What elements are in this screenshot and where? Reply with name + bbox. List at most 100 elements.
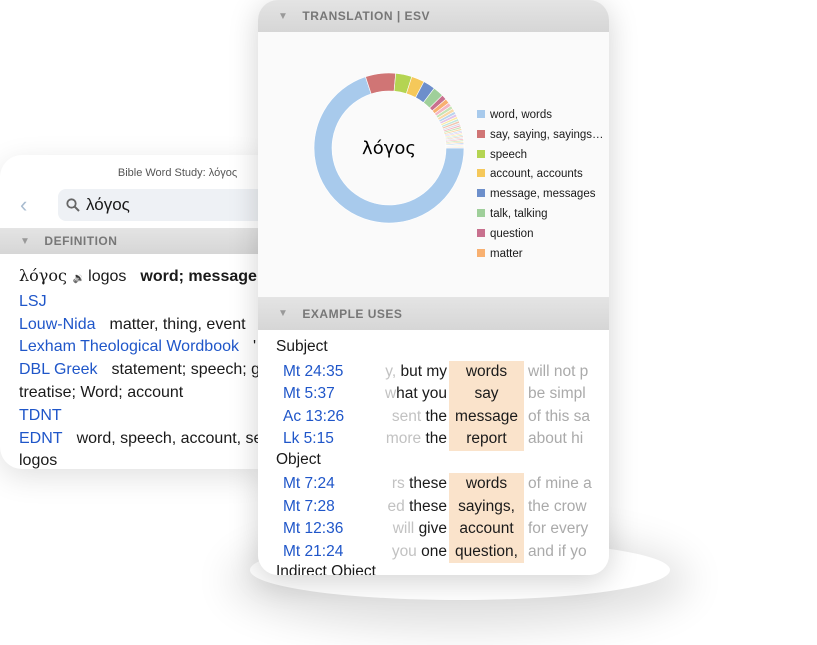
entry-text: logos: [19, 452, 58, 469]
keyword: report: [449, 428, 524, 451]
speaker-icon[interactable]: 🔉: [70, 273, 85, 284]
left-context-near: the: [425, 430, 447, 447]
right-context: the crow: [528, 497, 587, 515]
definition-entry: EDNT word, speech, account, se: [19, 428, 265, 451]
right-context: of this sa: [528, 407, 591, 425]
legend-label: matter: [490, 247, 523, 260]
left-context-faded: more: [385, 430, 426, 447]
verse-reference-link[interactable]: Lk 5:15: [283, 428, 334, 451]
legend-entry[interactable]: message, messages: [477, 185, 607, 205]
collapse-triangle-icon: ▼: [278, 308, 289, 319]
right-context: of mine a: [528, 475, 592, 492]
keyword: message: [449, 405, 524, 428]
collapse-triangle-icon: ▼: [278, 10, 289, 22]
example-row[interactable]: Lk 5:15 more the report about hi: [258, 428, 609, 451]
example-row[interactable]: Ac 13:26 sent the message of this sa: [258, 405, 609, 429]
left-context-text: y, but my: [385, 363, 447, 380]
verse-reference-link[interactable]: Ac 13:26: [283, 406, 344, 429]
example-row[interactable]: Mt 12:36 will give account for every: [258, 518, 609, 541]
left-context: sent the: [378, 406, 447, 429]
search-value: λόγος: [86, 195, 130, 214]
left-context-near: one: [421, 542, 447, 560]
left-context-text: more the: [386, 430, 447, 447]
verse-reference-link[interactable]: Mt 12:36: [283, 518, 343, 541]
definition-list: λόγος 🔉 logos word; message LSJ Louw-Nida mat…: [19, 265, 265, 469]
left-context-faded: w: [384, 385, 397, 402]
group-label: Indirect Object: [276, 563, 376, 575]
source-link[interactable]: EDNT: [19, 430, 63, 447]
legend-entry[interactable]: say, saying, sayings…: [477, 126, 607, 146]
left-context-near: but my: [400, 362, 447, 380]
example-row[interactable]: Mt 24:35 y, but my words will not p: [258, 360, 609, 384]
source-link[interactable]: LSJ: [19, 293, 47, 310]
legend-swatch: [477, 169, 485, 178]
left-context: you one: [378, 541, 447, 564]
left-context: ed these: [378, 496, 447, 519]
legend-entry[interactable]: matter: [477, 245, 607, 265]
left-context-near: these: [409, 475, 447, 492]
slice-other[interactable]: [445, 146, 465, 149]
left-context-text: will give: [393, 520, 447, 537]
keyword: say: [449, 383, 524, 406]
example-row[interactable]: Mt 21:24 you one question, and if yo: [258, 540, 609, 564]
verse-reference-link[interactable]: Mt 21:24: [283, 541, 343, 564]
headword: λόγος: [19, 266, 67, 285]
search-icon: [66, 198, 80, 212]
group-label: Object: [276, 450, 321, 468]
left-context-faded: sent: [391, 407, 426, 425]
legend-swatch: [477, 189, 485, 198]
legend-entry[interactable]: word, words: [477, 106, 607, 126]
entry-text: matter, thing, event: [109, 315, 246, 333]
window-title: Bible Word Study: λόγος: [117, 167, 238, 179]
source-link[interactable]: Lexham Theological Wordbook: [19, 338, 239, 355]
left-context-text: what you: [385, 385, 447, 402]
left-context-near: the: [425, 407, 447, 425]
definition-entry: treatise; Word; account: [19, 382, 265, 405]
left-context-near: these: [409, 497, 447, 515]
right-context: about hi: [528, 430, 584, 447]
entry-text: word, speech, account, se: [76, 429, 263, 447]
left-context-near: hat you: [396, 385, 447, 402]
left-context-text: you one: [392, 543, 447, 560]
source-link[interactable]: DBL Greek: [19, 361, 98, 378]
example-row[interactable]: Mt 7:24 rs these words of mine a: [258, 473, 609, 496]
translation-header[interactable]: ▼ TRANSLATION | ESV: [258, 0, 609, 32]
legend-entry[interactable]: talk, talking: [477, 205, 607, 225]
entry-text: ': [252, 338, 257, 356]
verse-reference-link[interactable]: Mt 7:24: [283, 473, 335, 496]
example-uses-list: Subject Mt 24:35 y, but my words will not pM…: [258, 330, 609, 575]
keyword: sayings,: [449, 495, 524, 518]
example-row[interactable]: Mt 5:37 what you say be simpl: [258, 383, 609, 406]
left-context-faded: you: [391, 542, 422, 560]
example-row[interactable]: Mt 7:28 ed these sayings, the crow: [258, 495, 609, 519]
verse-reference-link[interactable]: Mt 24:35: [283, 361, 343, 384]
legend-swatch: [477, 129, 485, 138]
legend-swatch: [477, 248, 485, 257]
legend-label: question: [490, 227, 534, 240]
source-link[interactable]: Louw-Nida: [19, 316, 95, 333]
definition-entry: logos: [19, 450, 265, 469]
right-context: be simpl: [528, 385, 586, 402]
search-input[interactable]: λόγος: [58, 189, 265, 221]
legend-label: message, messages: [490, 188, 596, 201]
example-uses-header[interactable]: ▼ EXAMPLE USES: [258, 297, 609, 330]
left-context-faded: ed: [387, 497, 410, 515]
entry-text: statement; speech; g: [111, 361, 261, 379]
left-context-near: give: [418, 520, 447, 537]
legend-entry[interactable]: account, accounts: [477, 165, 607, 185]
entry-text: treatise; Word; account: [19, 383, 184, 401]
left-context-faded: will: [392, 520, 419, 537]
slice-say-saying-sayings-[interactable]: [365, 72, 397, 95]
back-button[interactable]: ‹: [20, 192, 27, 218]
legend-entry[interactable]: speech: [477, 146, 607, 166]
definition-header[interactable]: ▼ DEFINITION: [0, 228, 265, 254]
keyword: words: [449, 360, 524, 383]
keyword: question,: [449, 540, 524, 563]
legend-swatch: [477, 228, 485, 237]
legend-swatch: [477, 149, 485, 158]
verse-reference-link[interactable]: Mt 5:37: [283, 383, 335, 406]
legend-entry[interactable]: question: [477, 225, 607, 245]
source-link[interactable]: TDNT: [19, 407, 62, 424]
verse-reference-link[interactable]: Mt 7:28: [283, 496, 335, 519]
word-study-panel: Bible Word Study: λόγος ‹ λόγος ▼ DEFINIT…: [0, 155, 265, 469]
